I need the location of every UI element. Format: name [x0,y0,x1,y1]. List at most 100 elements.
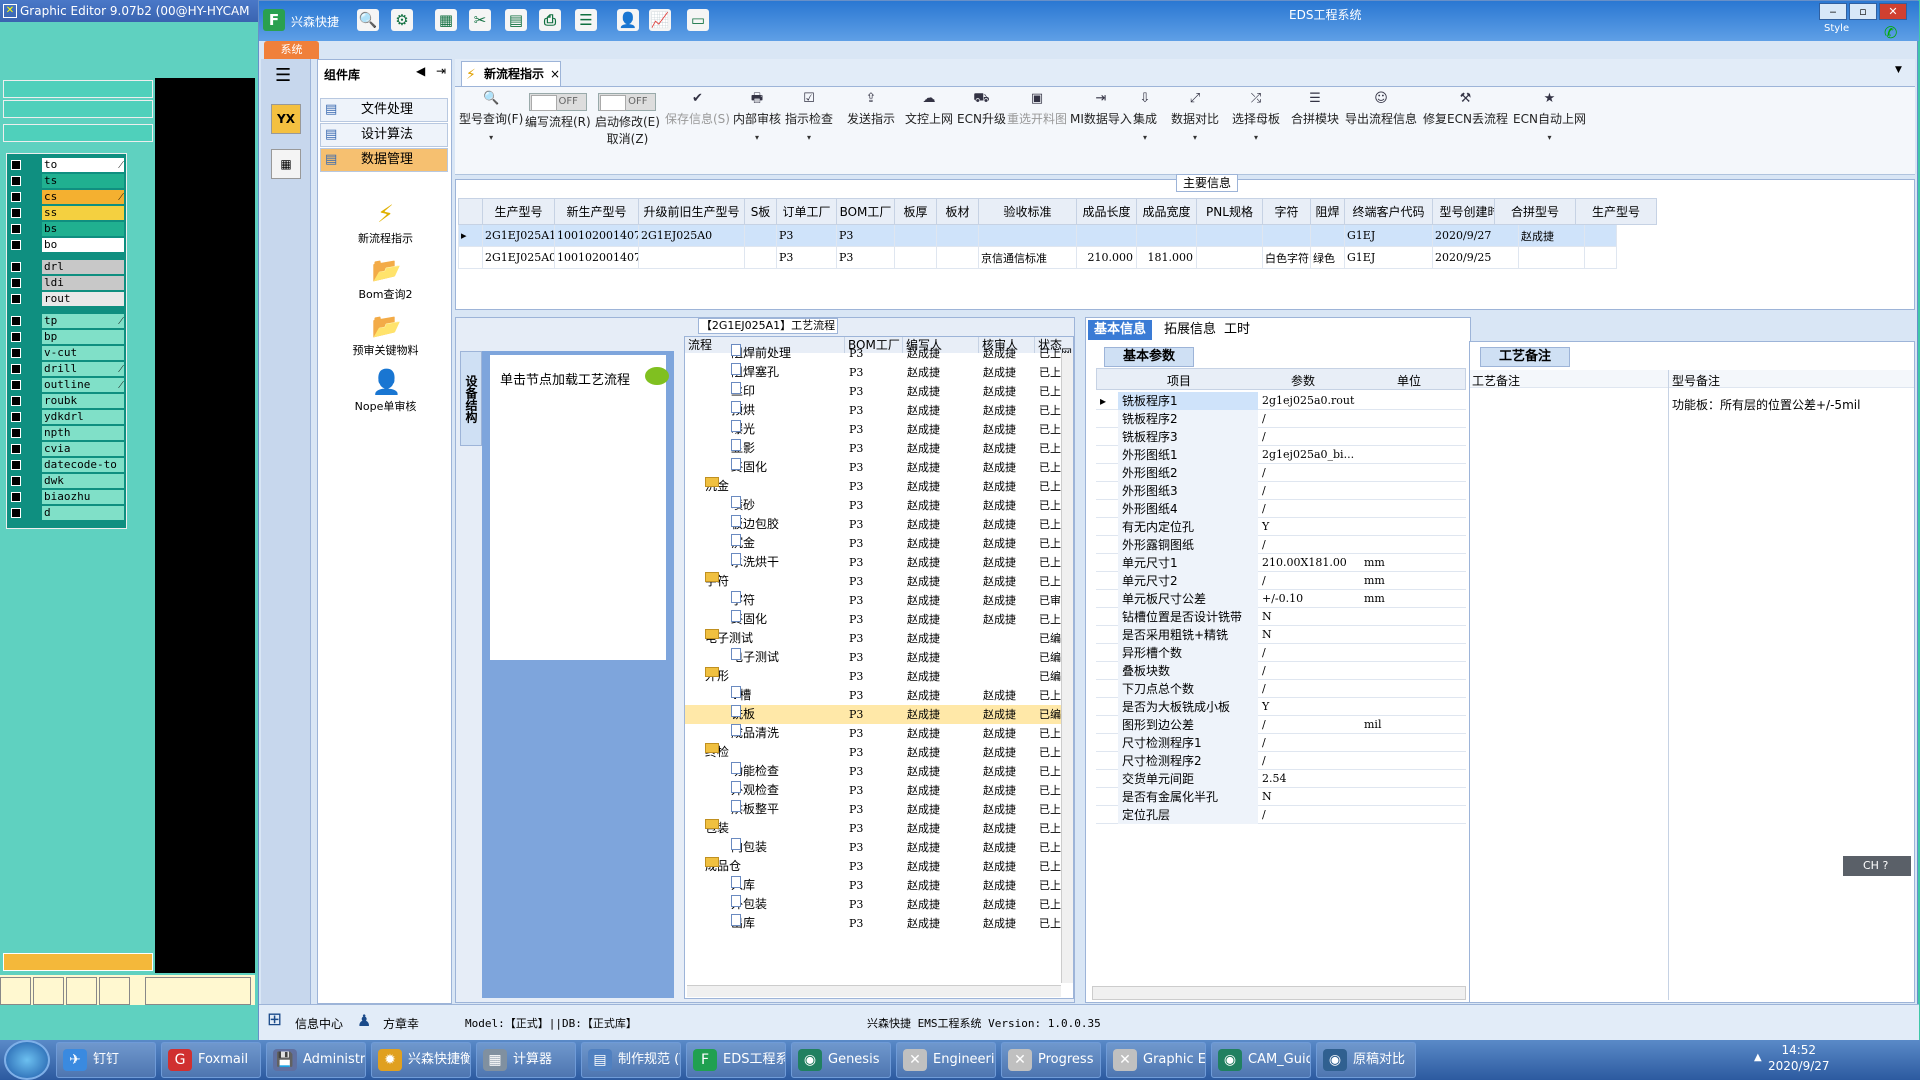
param-row[interactable]: 单元尺寸1 210.00X181.00 mm [1096,554,1466,572]
ge-cell[interactable] [0,977,31,1005]
process-row[interactable]: 水洗烘干 P3 赵成捷 赵成捷 已上网 [685,553,1072,572]
layer-checkbox[interactable] [11,348,21,358]
table-cell[interactable]: P3 [836,224,895,247]
process-node[interactable]: V槽 [731,686,845,705]
layer-row[interactable]: cs ⁄ [9,190,126,204]
layer-checkbox[interactable] [11,294,21,304]
process-node[interactable]: 阻焊前处理 [731,344,845,363]
layer-row[interactable]: bo [9,238,126,252]
param-value[interactable]: / [1260,536,1360,554]
layer-name[interactable]: dwk [42,474,124,488]
table-cell[interactable] [978,224,1077,247]
table-cell[interactable]: 210.000 [1076,246,1137,269]
process-row[interactable]: 丝印 P3 赵成捷 赵成捷 已上网 [685,382,1072,401]
process-row[interactable]: ⊟沉金P3赵成捷赵成捷已上网 [685,477,1072,496]
table-cell[interactable] [638,246,745,269]
taskbar-item[interactable]: G Foxmail [161,1042,261,1078]
process-row[interactable]: ⊟外形P3赵成捷已编写 [685,667,1072,686]
process-node[interactable]: 预烘 [731,401,845,420]
layer-row[interactable]: rout [9,292,126,306]
table-cell[interactable] [1518,246,1585,269]
process-node[interactable]: 水洗烘干 [731,553,845,572]
column-header[interactable]: 阻焊 [1310,198,1345,225]
layer-checkbox[interactable] [11,160,21,170]
toolbar-button[interactable]: ☰ 合拼模块 [1291,91,1339,127]
layer-checkbox[interactable] [11,208,21,218]
system-tab[interactable]: 系统 [264,41,319,59]
table-cell[interactable] [744,246,777,269]
column-header[interactable]: PNL规格 [1196,198,1263,225]
table-cell[interactable]: 100102001407 93 [554,224,639,247]
layer-row[interactable]: drill ⁄ [9,362,126,376]
print-icon[interactable]: ⎙ [539,9,561,31]
layer-checkbox[interactable] [11,476,21,486]
layer-name[interactable]: drl [42,260,124,274]
table-cell[interactable]: 赵成捷 [1518,224,1585,247]
column-header[interactable]: 订单工厂 [776,198,837,225]
process-node[interactable]: 功能检查 [731,762,845,781]
param-row[interactable]: 下刀点总个数 / [1096,680,1466,698]
process-node[interactable]: 阻焊塞孔 [731,363,845,382]
process-node[interactable]: ⊟沉金 [705,477,845,496]
layer-checkbox[interactable] [11,460,21,470]
process-row[interactable]: ⊟成品仓P3赵成捷赵成捷已上网 [685,857,1072,876]
param-row[interactable]: 尺寸检测程序2/ [1096,752,1466,770]
layer-name[interactable]: roubk [42,394,124,408]
param-value[interactable]: N [1260,626,1360,644]
tab-close-icon[interactable]: × [550,62,560,86]
layer-name[interactable]: d [42,506,124,520]
param-value[interactable]: / [1260,410,1360,428]
layer-checkbox[interactable] [11,176,21,186]
table-cell[interactable] [1262,224,1311,247]
layer-row[interactable]: biaozhu [9,490,126,504]
layer-checkbox[interactable] [11,240,21,250]
process-row[interactable]: 终固化 P3 赵成捷 赵成捷 已上网 [685,610,1072,629]
layer-name[interactable]: ts [42,174,124,188]
taskbar-item[interactable]: ▤ 制作规范 (V... [581,1042,681,1078]
horizontal-scrollbar[interactable] [687,985,1061,997]
process-node[interactable]: 丝印 [731,382,845,401]
taskbar-item[interactable]: ◉ 原稿对比 [1316,1042,1416,1078]
list-icon[interactable]: ☰ [575,9,597,31]
toolbar-button[interactable]: 🔍 型号查询(F) ▾ [459,91,523,142]
taskbar-item[interactable]: ✕ Graphic Ed... [1106,1042,1206,1078]
column-header[interactable]: 升级前旧生产型号 [638,198,745,225]
horizontal-scrollbar[interactable] [1092,986,1466,1000]
process-row[interactable]: 烘板整平 P3 赵成捷 赵成捷 已上网 [685,800,1072,819]
param-row[interactable]: 有无内定位孔 Y [1096,518,1466,536]
layer-name[interactable]: ldi [42,276,124,290]
info-center[interactable]: 信息中心 [295,1015,343,1032]
layer-name[interactable]: npth [42,426,124,440]
param-value[interactable]: +/-0.10 [1260,590,1360,608]
table-cell[interactable]: 2G1EJ025A0 [638,224,745,247]
table-cell[interactable]: 2G1EJ025A0 [482,246,555,269]
param-value[interactable]: 2g1ej025a0.rout [1260,392,1360,410]
close-button[interactable]: ✕ [1879,3,1907,20]
layer-checkbox[interactable] [11,262,21,272]
param-row[interactable]: ▸ 铣板程序1 2g1ej025a0.rout [1096,392,1466,410]
process-row[interactable]: ⊟字符P3赵成捷赵成捷已上网 [685,572,1072,591]
table-cell[interactable] [1584,224,1617,247]
ge-bar-3[interactable] [3,124,153,142]
toggle-switch[interactable]: OFF [595,91,660,113]
process-row[interactable]: 外观检查 P3 赵成捷 赵成捷 已上网 [685,781,1072,800]
layer-checkbox[interactable] [11,364,21,374]
ime-bar[interactable]: CH ? [1843,856,1911,876]
param-row[interactable]: 定位孔层 / [1096,806,1466,824]
layer-row[interactable]: cvia [9,442,126,456]
column-header[interactable]: 新生产型号 [554,198,639,225]
layer-name[interactable]: rout [42,292,124,306]
toolbar-button[interactable]: ☺ 导出流程信息 [1345,91,1417,127]
column-header[interactable]: 板厚 [894,198,937,225]
side-column-header[interactable]: 合拼型号 [1494,198,1576,225]
taskbar-item[interactable]: ◉ Genesis [791,1042,891,1078]
process-node[interactable]: ⊟包装 [705,819,845,838]
tray-arrow-icon[interactable]: ▲ [1754,1052,1762,1063]
start-button[interactable] [4,1040,50,1080]
layer-row[interactable]: v-cut [9,346,126,360]
param-row[interactable]: 叠板块数 / [1096,662,1466,680]
layer-checkbox[interactable] [11,412,21,422]
process-row[interactable]: 预烘 P3 赵成捷 赵成捷 已上网 [685,401,1072,420]
toolbar-button[interactable]: ☑ 指示检查 ▾ [785,91,833,142]
layer-name[interactable]: cs [42,190,124,204]
